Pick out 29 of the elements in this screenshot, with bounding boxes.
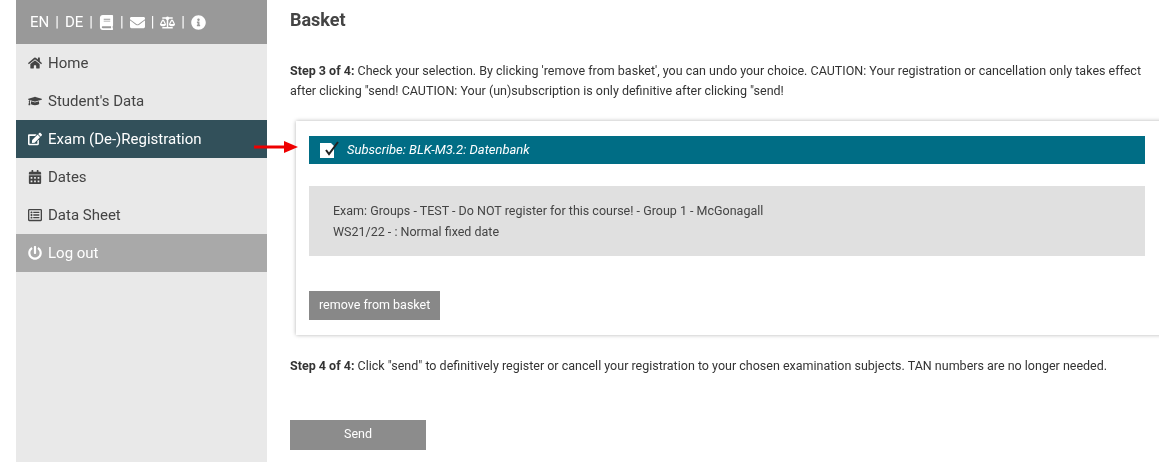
- separator: |: [89, 11, 93, 33]
- edit-icon: [28, 132, 42, 146]
- nav-item[interactable]: Exam (De-)Registration: [16, 120, 267, 158]
- house-icon: [28, 56, 42, 70]
- step-instructions: Step 4 of 4: Click "send" to definitively register or cancell your registration to your chosen examination subjects. TAN numbers are no longer needed.: [290, 357, 1109, 375]
- separator: |: [55, 11, 59, 33]
- item-header: Subscribe: BLK-M3.2: Datenbank: [309, 136, 1145, 164]
- graduation-cap-icon: [28, 94, 42, 108]
- checklist-icon: [319, 141, 341, 159]
- nav-item[interactable]: Data Sheet: [16, 196, 267, 234]
- envelope-icon[interactable]: [129, 14, 145, 30]
- remove-button[interactable]: remove from basket: [309, 291, 441, 320]
- separator: |: [119, 11, 124, 33]
- detail-line: Exam: Groups - TEST - Do NOT register for this course! - Group 1 - McGonagall: [333, 202, 765, 220]
- nav-item[interactable]: Student's Data: [16, 82, 267, 120]
- arrow-annotation: [254, 141, 298, 153]
- page-title: Basket: [290, 8, 346, 32]
- power-icon: [28, 246, 42, 260]
- step-instructions: Step 3 of 4: Check your selection. By clicking 'remove from basket', you can undo your choice. CAUTION: Your registration or cancellation only takes effect after clicking "send! CAUTION: Your (un)subscription is only definitive after clicking "send!: [290, 62, 1142, 100]
- separator: |: [150, 11, 155, 33]
- nav-item[interactable]: Home: [16, 44, 267, 82]
- nav-item[interactable]: Dates: [16, 158, 267, 196]
- book-icon[interactable]: [98, 14, 114, 30]
- detail-line: WS21/22 - : Normal fixed date: [333, 223, 501, 241]
- calendar-icon: [28, 170, 42, 184]
- separator: |: [181, 11, 185, 33]
- sheet-icon: [28, 208, 42, 222]
- info-icon[interactable]: [190, 14, 206, 30]
- scales-icon[interactable]: [160, 14, 176, 30]
